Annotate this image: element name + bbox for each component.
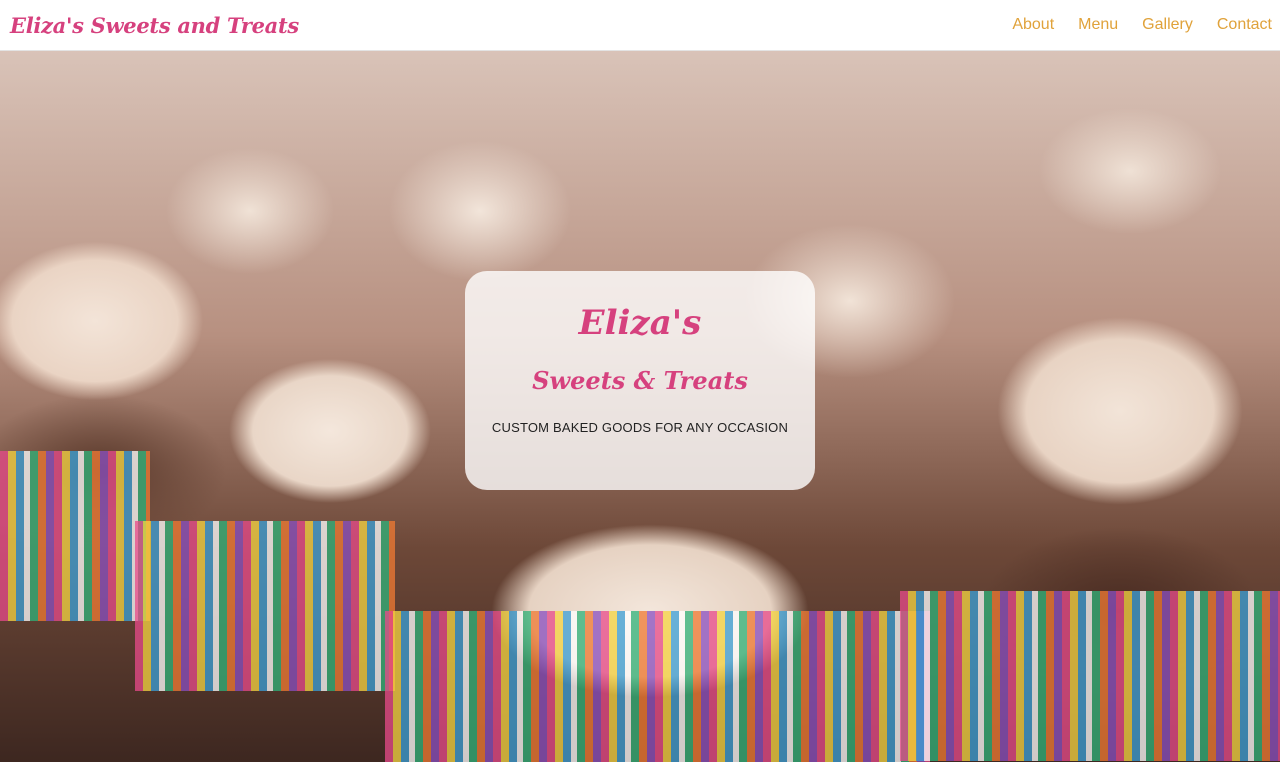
nav-links: About Menu Gallery Contact <box>1000 16 1272 34</box>
cupcake-wrapper-left <box>0 451 150 621</box>
cupcake-wrapper-right <box>900 591 1280 761</box>
hero-tagline: CUSTOM BAKED GOODS FOR ANY OCCASION <box>491 419 789 435</box>
nav-link-about[interactable]: About <box>1000 16 1066 34</box>
cupcake-wrapper-center <box>385 611 930 762</box>
brand-logo-link[interactable]: Eliza's Sweets and Treats <box>10 13 299 38</box>
cupcake-wrapper-mid-left <box>135 521 395 691</box>
nav-link-menu[interactable]: Menu <box>1066 16 1130 34</box>
top-navbar: Eliza's Sweets and Treats About Menu Gal… <box>0 0 1280 51</box>
hero-subtitle: Sweets & Treats <box>532 366 748 396</box>
hero-title: Eliza's <box>578 303 702 343</box>
hero-title-card: Eliza's Sweets & Treats CUSTOM BAKED GOO… <box>465 271 815 490</box>
nav-link-gallery[interactable]: Gallery <box>1130 16 1205 34</box>
nav-link-contact[interactable]: Contact <box>1205 16 1272 34</box>
